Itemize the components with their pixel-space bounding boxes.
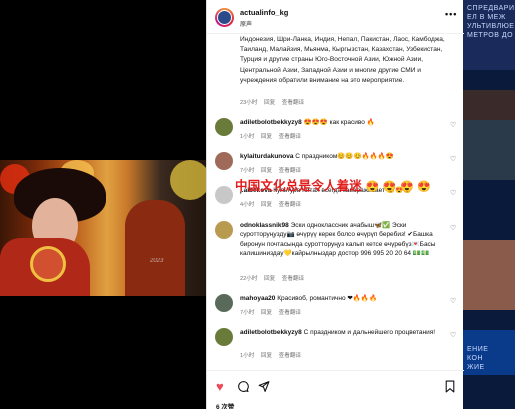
- username-link[interactable]: actualinfo_kg: [240, 8, 288, 17]
- reply-button[interactable]: 回复: [264, 276, 275, 282]
- reply-button[interactable]: 回复: [261, 353, 272, 359]
- caption-text: Индонезия, Шри-Ланка, Индия, Непал, Паки…: [240, 36, 445, 84]
- background-text: СПРЕДВАРИЯ ЕЛ В МЕЖ УЛЬТИВЛЮЕ МЕТРОВ ДО: [467, 5, 515, 39]
- timestamp: 4小时: [240, 202, 255, 208]
- comment-username[interactable]: kylaiturdakunova: [240, 153, 293, 160]
- comment-meta: 1小时 回复 查看翻译: [240, 132, 306, 140]
- lantern-decoration: [170, 160, 206, 200]
- reply-button[interactable]: 回复: [264, 100, 275, 106]
- comment-icon[interactable]: [237, 380, 250, 395]
- heart-icon[interactable]: ♥: [216, 380, 224, 393]
- timestamp: 7小时: [240, 168, 255, 174]
- video-frame[interactable]: 2023: [0, 160, 206, 296]
- reply-button[interactable]: 回复: [261, 134, 272, 140]
- avatar[interactable]: [215, 328, 233, 346]
- comment-username[interactable]: adiletbolotbekkyzy8: [240, 119, 302, 126]
- translate-button[interactable]: 查看翻译: [279, 353, 301, 359]
- comment-username[interactable]: odnoklassnik98: [240, 222, 289, 229]
- reply-button[interactable]: 回复: [261, 202, 272, 208]
- avatar[interactable]: [215, 8, 234, 27]
- heart-icon[interactable]: ♡: [450, 224, 456, 232]
- comment-text: odnoklassnik98 Эски одноклассник ачабыш🦋…: [240, 222, 436, 258]
- comment-text: adiletbolotbekkyzy8 😍😍😍 как красиво 🔥: [240, 119, 375, 126]
- heart-icon[interactable]: ♡: [450, 297, 456, 305]
- video-watermark: 2023: [150, 258, 164, 264]
- heart-icon[interactable]: ♡: [450, 331, 456, 339]
- translate-button[interactable]: 查看翻译: [282, 100, 304, 106]
- translate-button[interactable]: 查看翻译: [279, 310, 301, 316]
- heart-icon[interactable]: ♡: [450, 155, 456, 163]
- second-performer: [125, 200, 185, 296]
- stage: 2023 СПРЕДВАРИЯ ЕЛ В МЕЖ УЛЬТИВЛЮЕ МЕТРО…: [0, 0, 515, 409]
- share-icon[interactable]: [257, 380, 270, 395]
- reply-button[interactable]: 回复: [261, 168, 272, 174]
- comment-meta: 7小时 回复 查看翻译: [240, 166, 306, 174]
- timestamp: 7小时: [240, 310, 255, 316]
- background-band: [463, 120, 515, 180]
- avatar[interactable]: [215, 221, 233, 239]
- translate-button[interactable]: 查看翻译: [279, 134, 301, 140]
- comment-text: mahoyaa20 Красивоб, романтично ❤🔥🔥🔥: [240, 295, 378, 302]
- avatar[interactable]: [215, 152, 233, 170]
- comment-text: kylaiturdakunova С праздником😊😊😊🔥🔥🔥😍: [240, 153, 394, 160]
- comment-username[interactable]: mahoyaa20: [240, 295, 275, 302]
- comment-text: adiletbolotbekkyzy8 С праздником и дальн…: [240, 329, 436, 336]
- overlay-emoji: 😍 😍 😍 😍: [365, 181, 432, 193]
- background-page: СПРЕДВАРИЯ ЕЛ В МЕЖ УЛЬТИВЛЮЕ МЕТРОВ ДО …: [463, 0, 515, 409]
- timestamp: 23小时: [240, 100, 258, 106]
- comment-meta: 4小时 回复 查看翻译: [240, 200, 306, 208]
- background-text: ЕНИЕ КОН ЖИЕ: [467, 346, 489, 371]
- background-band: [463, 240, 515, 310]
- avatar[interactable]: [215, 186, 233, 204]
- avatar[interactable]: [215, 118, 233, 136]
- overlay-text: 中国文化总是令人着迷: [235, 179, 363, 193]
- overlay-caption: 中国文化总是令人着迷 😍 😍 😍 😍: [235, 175, 431, 194]
- translate-button[interactable]: 查看翻译: [279, 202, 301, 208]
- post-header: actualinfo_kg 原声 •••: [207, 0, 464, 34]
- more-horizontal-icon[interactable]: •••: [445, 9, 457, 19]
- timestamp: 1小时: [240, 134, 255, 140]
- reply-button[interactable]: 回复: [261, 310, 272, 316]
- timestamp: 1小时: [240, 353, 255, 359]
- translate-button[interactable]: 查看翻译: [282, 276, 304, 282]
- avatar[interactable]: [215, 294, 233, 312]
- comment-meta: 1小时 回复 查看翻译: [240, 351, 306, 359]
- heart-icon[interactable]: ♡: [450, 189, 456, 197]
- likes-count[interactable]: 6 次赞: [216, 401, 234, 409]
- caption-meta: 23小时 回复 查看翻译: [240, 98, 309, 106]
- post-panel: actualinfo_kg 原声 ••• Индонезия, Шри-Ланк…: [206, 0, 464, 409]
- bookmark-icon[interactable]: [444, 380, 456, 395]
- heart-icon[interactable]: ♡: [450, 121, 456, 129]
- audio-label[interactable]: 原声: [240, 19, 252, 28]
- comment-meta: 22小时 回复 查看翻译: [240, 274, 309, 282]
- timestamp: 22小时: [240, 276, 258, 282]
- translate-button[interactable]: 查看翻译: [279, 168, 301, 174]
- action-bar: ♥ 6 次赞: [207, 370, 464, 409]
- comment-meta: 7小时 回复 查看翻译: [240, 308, 306, 316]
- ornament: [30, 246, 66, 282]
- comment-username[interactable]: adiletbolotbekkyzy8: [240, 329, 302, 336]
